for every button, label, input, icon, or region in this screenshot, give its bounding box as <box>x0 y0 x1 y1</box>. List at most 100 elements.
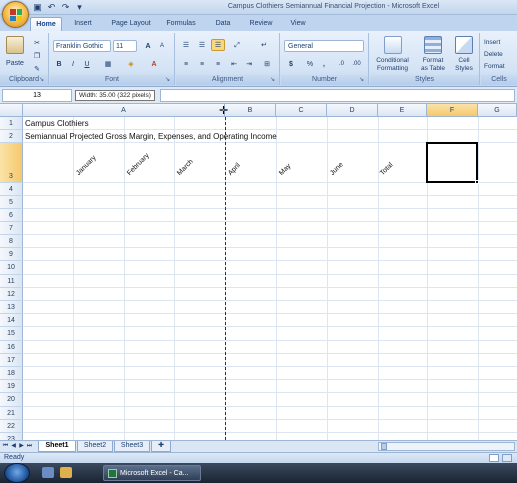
normal-view-icon[interactable] <box>489 454 499 462</box>
decrease-decimal-icon[interactable]: .00 <box>350 58 363 70</box>
row-header-16[interactable]: 16 <box>0 341 23 354</box>
conditional-formatting-button-line2[interactable]: Formatting <box>370 64 415 73</box>
delete-cells-button[interactable]: Delete <box>483 48 517 60</box>
row3-header-february[interactable]: February <box>126 152 151 177</box>
font-size-select[interactable]: 11 <box>113 40 137 52</box>
row-header-6[interactable]: 6 <box>0 209 23 222</box>
percent-button[interactable]: % <box>304 58 316 70</box>
scroll-thumb[interactable] <box>381 443 387 450</box>
format-cells-button[interactable]: Format <box>483 60 517 72</box>
column-header-e[interactable]: E <box>378 104 427 117</box>
prev-sheet-icon[interactable]: ◀ <box>10 442 17 451</box>
format-painter-icon[interactable]: ✎ <box>31 63 43 75</box>
row-header-1[interactable]: 1 <box>0 117 23 130</box>
increase-decimal-icon[interactable]: .0 <box>335 58 348 70</box>
formula-input[interactable] <box>160 89 515 102</box>
alignment-launcher-icon[interactable]: ↘ <box>270 77 277 84</box>
column-header-d[interactable]: D <box>327 104 378 117</box>
align-bottom-icon[interactable]: ☰ <box>211 39 225 51</box>
currency-button[interactable]: $ <box>284 58 298 70</box>
select-all-corner[interactable] <box>0 104 23 117</box>
tab-home[interactable]: Home <box>30 17 62 31</box>
number-launcher-icon[interactable]: ↘ <box>359 77 366 84</box>
show-desktop-icon[interactable] <box>42 467 54 478</box>
sheet-tab-2[interactable]: Sheet2 <box>77 441 113 452</box>
tab-data[interactable]: Data <box>206 17 240 31</box>
column-header-a[interactable]: A <box>23 104 225 117</box>
column-header-b[interactable]: B <box>225 104 276 117</box>
copy-icon[interactable]: ❐ <box>31 50 43 62</box>
font-color-icon[interactable]: A <box>145 58 163 70</box>
align-right-icon[interactable]: ≡ <box>211 58 225 70</box>
last-sheet-icon[interactable]: ⏭ <box>26 442 33 451</box>
align-middle-icon[interactable]: ☰ <box>195 39 209 51</box>
worksheet-grid[interactable]: A B C D E F G 1 2 3 4 5 6 7 8 9 10 11 12… <box>0 104 517 440</box>
row-header-14[interactable]: 14 <box>0 314 23 327</box>
align-left-icon[interactable]: ≡ <box>179 58 193 70</box>
tab-review[interactable]: Review <box>242 17 280 31</box>
row-header-15[interactable]: 15 <box>0 327 23 341</box>
tab-view[interactable]: View <box>282 17 314 31</box>
paste-button[interactable]: Paste <box>2 57 28 69</box>
tab-page-layout[interactable]: Page Layout <box>104 17 158 31</box>
shrink-font-button[interactable]: A <box>156 40 168 52</box>
column-header-f[interactable]: F <box>427 104 478 117</box>
column-header-c[interactable]: C <box>276 104 327 117</box>
paste-icon[interactable] <box>6 36 24 54</box>
row3-header-may[interactable]: May <box>278 163 292 177</box>
italic-button[interactable]: I <box>67 58 79 70</box>
fill-color-icon[interactable]: ◈ <box>122 58 140 70</box>
cell-a1[interactable]: Campus Clothiers <box>25 119 89 128</box>
tab-formulas[interactable]: Formulas <box>160 17 202 31</box>
row-header-4[interactable]: 4 <box>0 183 23 196</box>
row3-header-march[interactable]: March <box>176 158 195 177</box>
underline-button[interactable]: U <box>81 58 93 70</box>
row-header-5[interactable]: 5 <box>0 196 23 209</box>
office-button[interactable] <box>2 1 29 28</box>
row-header-10[interactable]: 10 <box>0 261 23 275</box>
row-header-19[interactable]: 19 <box>0 380 23 393</box>
clipboard-launcher-icon[interactable]: ↘ <box>39 77 46 84</box>
next-sheet-icon[interactable]: ▶ <box>18 442 25 451</box>
cell-styles-icon[interactable] <box>455 36 473 54</box>
page-layout-view-icon[interactable] <box>502 454 512 462</box>
start-button[interactable] <box>4 463 30 483</box>
insert-sheet-icon[interactable]: ✚ <box>151 441 171 452</box>
taskbar-excel-button[interactable]: Microsoft Excel - Ca... <box>103 465 201 481</box>
name-box[interactable]: 13 <box>2 89 72 102</box>
format-as-table-icon[interactable] <box>424 36 442 54</box>
bold-button[interactable]: B <box>53 58 65 70</box>
decrease-indent-icon[interactable]: ⇤ <box>227 58 241 70</box>
horizontal-scrollbar[interactable] <box>378 442 515 451</box>
row-header-23[interactable]: 23 <box>0 433 23 440</box>
conditional-formatting-icon[interactable] <box>384 36 402 54</box>
sheet-tab-3[interactable]: Sheet3 <box>114 441 150 452</box>
font-name-select[interactable]: Franklin Gothic <box>53 40 111 52</box>
wrap-text-icon[interactable]: ↵ <box>257 39 271 51</box>
grow-font-button[interactable]: A <box>142 40 154 52</box>
cell-styles-button-line2[interactable]: Styles <box>450 64 478 73</box>
sheet-tab-1[interactable]: Sheet1 <box>38 441 76 452</box>
row-header-22[interactable]: 22 <box>0 420 23 433</box>
row-header-18[interactable]: 18 <box>0 367 23 380</box>
row-header-21[interactable]: 21 <box>0 407 23 420</box>
tab-insert[interactable]: Insert <box>66 17 100 31</box>
row-header-9[interactable]: 9 <box>0 248 23 261</box>
row-header-13[interactable]: 13 <box>0 301 23 314</box>
row3-header-january[interactable]: January <box>75 154 98 177</box>
row-header-8[interactable]: 8 <box>0 235 23 248</box>
borders-icon[interactable]: ▦ <box>100 58 116 70</box>
row-header-11[interactable]: 11 <box>0 275 23 288</box>
comma-button[interactable]: , <box>318 58 330 70</box>
explorer-icon[interactable] <box>60 467 72 478</box>
row-header-2[interactable]: 2 <box>0 130 23 143</box>
align-center-icon[interactable]: ≡ <box>195 58 209 70</box>
cell-a2[interactable]: Semiannual Projected Gross Margin, Expen… <box>25 132 277 141</box>
align-top-icon[interactable]: ☰ <box>179 39 193 51</box>
font-launcher-icon[interactable]: ↘ <box>165 77 172 84</box>
increase-indent-icon[interactable]: ⇥ <box>242 58 256 70</box>
orientation-icon[interactable]: ⤢ <box>229 39 245 51</box>
active-cell-selection[interactable] <box>426 142 478 183</box>
number-format-select[interactable]: General <box>284 40 364 52</box>
cut-icon[interactable]: ✂ <box>31 37 43 49</box>
